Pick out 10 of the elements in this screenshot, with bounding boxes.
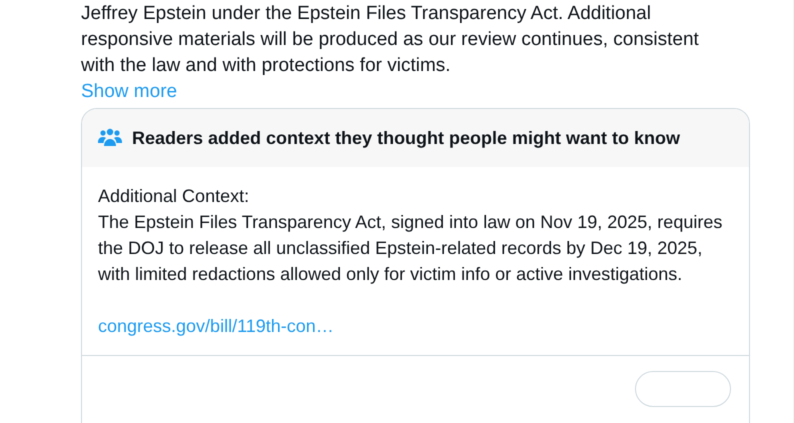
post-text-line: with the law and with protections for victims. bbox=[81, 54, 452, 78]
note-header-text: Readers added context they thought people might want to know bbox=[132, 127, 680, 150]
show-more-link[interactable]: Show more bbox=[81, 79, 178, 105]
people-icon bbox=[98, 128, 122, 148]
note-label: Additional Context: bbox=[98, 185, 250, 208]
note-link[interactable]: congress.gov/bill/119th-con… bbox=[98, 313, 334, 339]
note-body-text: The Epstein Files Transparency Act, signed into law on Nov 19, 2025, requires the DOJ to release all unclassified Epstein-related records by Dec 19, 2025, with limited redactions allowed only for victim info or active investigations. bbox=[98, 211, 724, 286]
rate-button[interactable] bbox=[635, 371, 731, 407]
post-text-line: Jeffrey Epstein under the Epstein Files Transparency Act. Additional bbox=[81, 2, 652, 26]
post-text-line: responsive materials will be produced as our review continues, consistent bbox=[81, 28, 700, 52]
